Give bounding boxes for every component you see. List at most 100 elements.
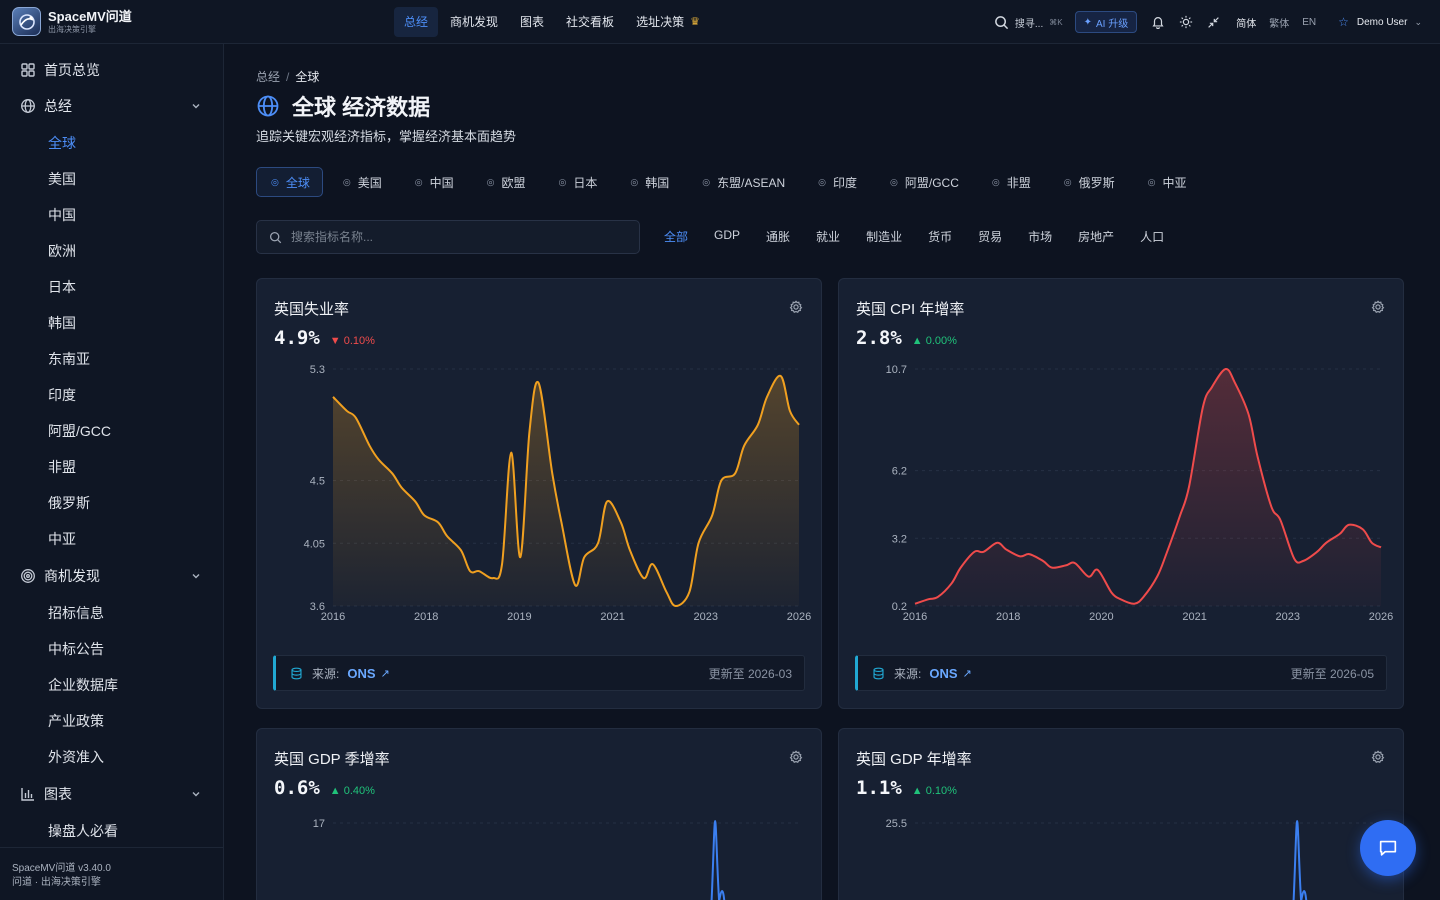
ai-upgrade-button[interactable]: ✦ AI 升级: [1074, 11, 1138, 33]
gear-icon[interactable]: [789, 300, 803, 314]
sidebar-sub-traders[interactable]: 操盘人必看: [48, 821, 118, 841]
category-tab-markets[interactable]: 市场: [1028, 228, 1052, 245]
sidebar-sub-europe[interactable]: 欧洲: [48, 241, 76, 261]
sidebar-sub-india[interactable]: 印度: [48, 385, 76, 405]
external-link-icon[interactable]: ↗: [381, 667, 390, 680]
card-change: ▲ 0.00%: [912, 335, 957, 347]
region-tab-china[interactable]: ◎ 中国: [400, 167, 467, 197]
y-tick-label: 10.7: [886, 364, 907, 376]
user-menu[interactable]: ☆ Demo User ⌄: [1338, 15, 1422, 29]
region-tab-india[interactable]: ◎ 印度: [803, 167, 870, 197]
region-tab-au[interactable]: ◎ 非盟: [977, 167, 1044, 197]
indicator-card-uk-gdp-yoy[interactable]: 英国 GDP 年增率 1.1% ▲ 0.10% 25.5: [838, 728, 1404, 900]
series-line: [710, 819, 726, 900]
external-link-icon[interactable]: ↗: [963, 667, 972, 680]
lang-english[interactable]: EN: [1302, 17, 1316, 28]
sidebar-sub-fdi[interactable]: 外资准入: [48, 747, 104, 767]
category-tab-trade[interactable]: 贸易: [978, 228, 1002, 245]
sidebar-sub-central-asia[interactable]: 中亚: [48, 529, 76, 549]
gear-icon[interactable]: [1371, 300, 1385, 314]
indicator-card-uk-gdp-qoq[interactable]: 英国 GDP 季增率 0.6% ▲ 0.40% 17: [256, 728, 822, 900]
region-tab-us[interactable]: ◎ 美国: [328, 167, 395, 197]
topnav-site-selection[interactable]: 选址决策 ♛: [626, 7, 710, 37]
sidebar-sub-au[interactable]: 非盟: [48, 457, 76, 477]
global-search-button[interactable]: 搜寻... ⌘K: [994, 15, 1063, 30]
x-tick-label: 2020: [1089, 611, 1113, 621]
category-tab-inflation[interactable]: 通胀: [766, 228, 790, 245]
sidebar-sub-company-db[interactable]: 企业数据库: [48, 675, 118, 695]
category-tab-manufacturing[interactable]: 制造业: [866, 228, 902, 245]
topnav-macro[interactable]: 总经: [394, 7, 439, 37]
region-tab-central-asia[interactable]: ◎ 中亚: [1133, 167, 1200, 197]
sidebar-sub-china[interactable]: 中国: [48, 205, 76, 225]
topnav-social[interactable]: 社交看板: [556, 7, 624, 37]
category-tab-monetary[interactable]: 货币: [928, 228, 952, 245]
y-tick-label: 4.5: [310, 476, 325, 488]
category-tab-real-estate[interactable]: 房地产: [1078, 228, 1114, 245]
indicator-card-uk-cpi[interactable]: 英国 CPI 年增率 2.8% ▲ 0.00% 0.2 3.2 6.2 10.7 201…: [838, 278, 1404, 709]
topnav-charts[interactable]: 图表: [510, 7, 554, 37]
globe-icon: [257, 95, 279, 117]
chart-uk-unemployment: 3.64.054.55.32016 2018 2019 2021 2023 2026: [304, 364, 812, 621]
sidebar-sub-japan[interactable]: 日本: [48, 277, 76, 297]
region-tab-japan[interactable]: ◎ 日本: [544, 167, 611, 197]
sidebar-sub-sea[interactable]: 东南亚: [48, 349, 90, 369]
x-tick-label: 2021: [600, 611, 624, 621]
category-tab-employment[interactable]: 就业: [816, 228, 840, 245]
sidebar-item-macro[interactable]: 总经: [0, 88, 224, 124]
search-shortcut: ⌘K: [1049, 17, 1063, 27]
sidebar-item-charts[interactable]: 图表: [0, 776, 224, 812]
card-title: 英国失业率: [274, 301, 350, 318]
sidebar-sub-korea[interactable]: 韩国: [48, 313, 76, 333]
updated-text: 更新至 2026-03: [708, 666, 792, 681]
category-tab-gdp[interactable]: GDP: [714, 228, 740, 245]
up-triangle-icon: ▲: [911, 785, 923, 797]
sidebar-sub-policy[interactable]: 产业政策: [48, 711, 104, 731]
sidebar-sub-us[interactable]: 美国: [48, 169, 76, 189]
radar-icon: ◎: [702, 176, 711, 187]
theme-sun-icon[interactable]: [1179, 15, 1193, 29]
region-tab-korea[interactable]: ◎ 韩国: [615, 167, 682, 197]
category-tab-population[interactable]: 人口: [1140, 228, 1164, 245]
indicator-card-uk-unemployment[interactable]: 英国失业率 4.9% ▼ 0.10% 3.6 4.05 4.5 5.3 2016 2018…: [256, 278, 822, 709]
topnav-opportunities[interactable]: 商机发现: [440, 7, 508, 37]
page-title: 全球 经济数据: [256, 90, 430, 122]
region-tab-label: 全球: [285, 175, 310, 190]
region-tab-russia[interactable]: ◎ 俄罗斯: [1049, 167, 1128, 197]
region-tab-label: 中国: [429, 175, 454, 190]
x-tick-label: 2023: [694, 611, 718, 621]
chat-button[interactable]: [1360, 820, 1416, 876]
target-icon: [21, 569, 35, 583]
region-tab-asean[interactable]: ◎ 东盟/ASEAN: [687, 167, 798, 197]
card-value: 0.6% ▲ 0.40%: [274, 777, 375, 799]
sidebar-footer: SpaceMV问道 v3.40.0 问道 · 出海决策引擎: [0, 847, 224, 900]
radar-icon: ◎: [818, 176, 826, 187]
brand[interactable]: SpaceMV问道 出海决策引擎: [12, 7, 132, 36]
region-tab-global[interactable]: ◎ 全球: [256, 167, 323, 197]
source-link[interactable]: ONS: [347, 666, 375, 681]
source-bar: 来源: ONS ↗ 更新至 2026-03: [273, 655, 805, 691]
top-nav: 总经 商机发现 图表 社交看板 选址决策 ♛: [394, 0, 712, 44]
sidebar-sub-gcc[interactable]: 阿盟/GCC: [48, 421, 111, 441]
sidebar-sub-global[interactable]: 全球: [48, 133, 76, 153]
sidebar-sub-russia[interactable]: 俄罗斯: [48, 493, 90, 513]
lang-simplified[interactable]: 简体: [1236, 15, 1256, 30]
breadcrumb-root[interactable]: 总经: [256, 70, 280, 84]
bar-chart-icon: [21, 788, 34, 801]
sidebar-item-home[interactable]: 首页总览: [0, 52, 224, 88]
gear-icon[interactable]: [789, 750, 803, 764]
region-tab-eu[interactable]: ◎ 欧盟: [472, 167, 539, 197]
collapse-icon[interactable]: [1207, 16, 1220, 29]
lang-traditional[interactable]: 繁体: [1269, 15, 1289, 30]
bell-icon[interactable]: [1151, 15, 1165, 29]
indicator-search-input[interactable]: [291, 230, 611, 244]
sidebar-sub-awards[interactable]: 中标公告: [48, 639, 104, 659]
gear-icon[interactable]: [1371, 750, 1385, 764]
source-link[interactable]: ONS: [929, 666, 957, 681]
y-tick-label: 5.3: [310, 364, 325, 376]
main-content: 总经 / 全球 全球 经济数据 追踪关键宏观经济指标，掌握经济基本面趋势 ◎ 全球 ◎…: [224, 44, 1440, 900]
sidebar-sub-tenders[interactable]: 招标信息: [48, 603, 104, 623]
region-tab-gcc[interactable]: ◎ 阿盟/GCC: [875, 167, 972, 197]
category-tab-all[interactable]: 全部: [664, 228, 688, 245]
sidebar-item-opportunities[interactable]: 商机发现: [0, 558, 224, 594]
